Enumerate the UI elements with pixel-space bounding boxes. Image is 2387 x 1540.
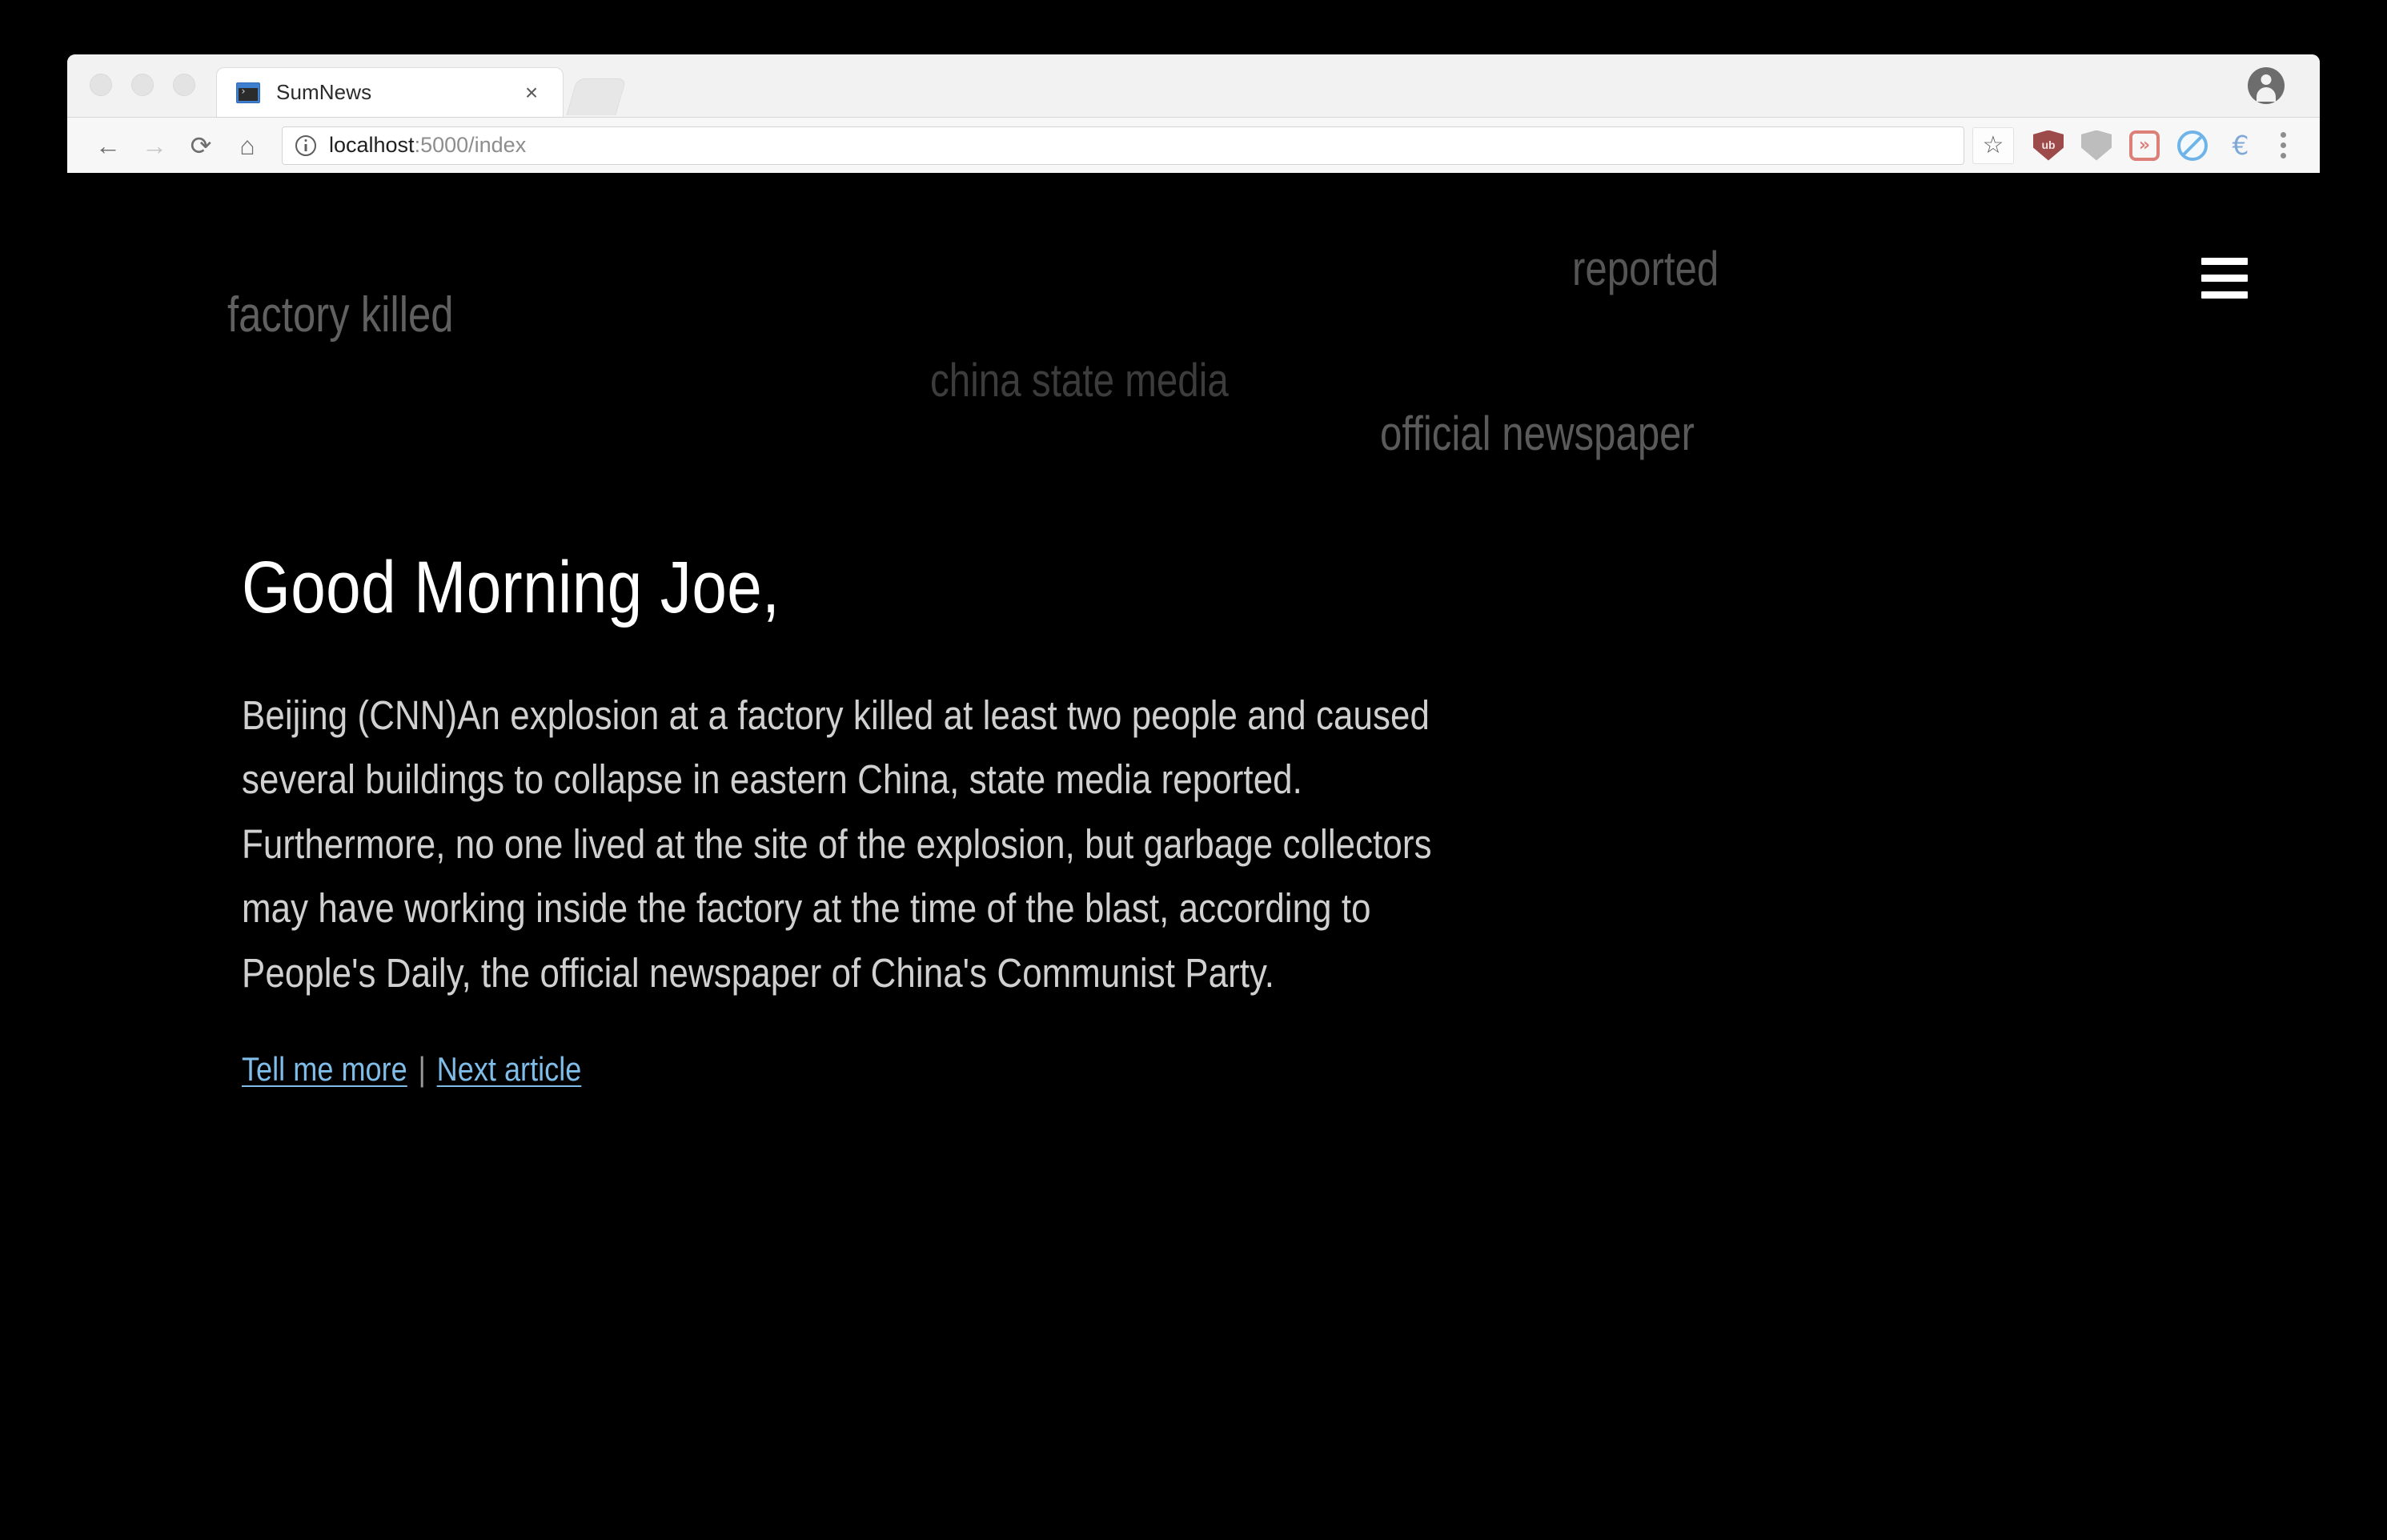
tab-title: SumNews [276,80,518,105]
back-button[interactable]: ← [85,122,131,169]
minimize-window-button[interactable] [131,74,154,96]
shield-icon[interactable] [2081,130,2112,161]
url-text: localhost:5000/index [329,133,526,158]
next-article-link[interactable]: Next article [437,1050,582,1089]
close-window-button[interactable] [90,74,112,96]
terminal-icon [236,82,260,103]
fast-forward-icon[interactable] [2129,130,2160,161]
article-actions: Tell me more | Next article [242,1050,1894,1089]
cloud-word[interactable]: official newspaper [1380,410,1695,458]
maximize-window-button[interactable] [173,74,195,96]
tell-me-more-link[interactable]: Tell me more [242,1050,407,1089]
forward-button[interactable]: → [131,122,178,169]
extensions-area: € [2014,130,2256,161]
url-host: localhost [329,133,415,157]
article-summary: Beijing (CNN)An explosion at a factory k… [242,684,1439,1006]
home-button[interactable]: ⌂ [224,122,271,169]
window-controls [67,74,216,117]
url-path: :5000/index [415,133,527,157]
page-title: Good Morning Joe, [242,549,1875,628]
cloud-word[interactable]: reported [1572,245,1719,293]
browser-tab[interactable]: SumNews × [216,67,564,117]
link-separator: | [407,1050,437,1089]
info-circle-icon[interactable] [295,135,316,156]
bookmark-star-icon[interactable]: ☆ [1972,127,2014,164]
cloud-word[interactable]: factory killed [227,291,454,340]
account-avatar-icon[interactable] [2248,67,2285,104]
euro-icon[interactable]: € [2225,130,2256,161]
menu-dot [2281,153,2286,158]
block-icon[interactable] [2177,130,2208,161]
menu-dot [2281,132,2286,138]
new-tab-button[interactable] [566,78,626,115]
ublock-origin-icon[interactable] [2033,130,2064,161]
chrome-menu-icon[interactable] [2267,127,2299,164]
menu-dot [2281,142,2286,148]
close-icon[interactable]: × [518,79,545,106]
tab-strip: SumNews × [67,54,2320,117]
address-bar[interactable]: localhost:5000/index [282,126,1964,165]
browser-toolbar: ← → ⟳ ⌂ localhost:5000/index ☆ € [67,117,2320,173]
cloud-word[interactable]: china state media [930,358,1229,404]
article: Good Morning Joe, Beijing (CNN)An explos… [242,549,2163,1089]
browser-window: SumNews × ← → ⟳ ⌂ localhost:5000/index ☆… [67,54,2320,173]
word-cloud: reported factory killed china state media o… [67,173,2320,557]
reload-button[interactable]: ⟳ [178,122,224,169]
page-content: reported factory killed china state media o… [67,173,2320,1540]
